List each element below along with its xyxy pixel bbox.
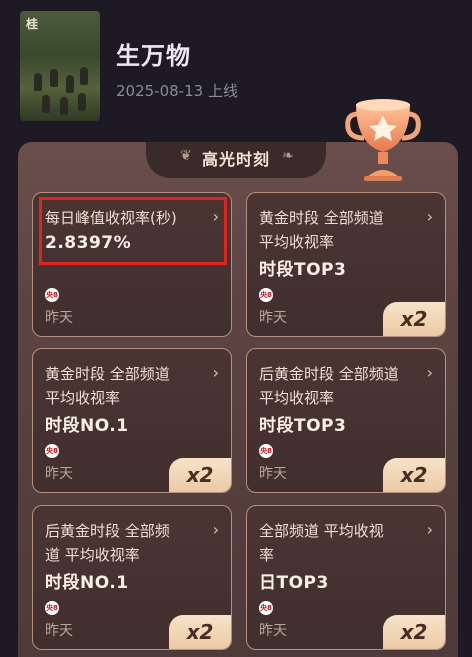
poster-figure	[42, 95, 50, 113]
card-value: 时段NO.1	[45, 573, 129, 593]
card-metric-label: 黄金时段 全部频道	[45, 365, 170, 383]
card-metric-label: 每日峰值收视率(秒)	[45, 209, 177, 227]
poster-figure	[60, 97, 68, 115]
highlight-card[interactable]: 后黄金时段 全部频道 平均收视率 时段TOP3 › 央8 昨天 x2	[246, 348, 446, 493]
card-value: 日TOP3	[259, 573, 329, 593]
card-metric-label-2: 平均收视率	[45, 389, 121, 407]
laurel-right-icon: ❧	[282, 148, 294, 164]
card-metric-label-2: 率	[259, 546, 275, 564]
poster-figure	[78, 93, 86, 111]
chevron-right-icon: ›	[212, 207, 219, 226]
chevron-right-icon: ›	[426, 520, 433, 539]
chevron-right-icon: ›	[426, 207, 433, 226]
card-value: 时段TOP3	[259, 260, 347, 280]
card-metric-label-2: 平均收视率	[259, 233, 335, 251]
card-date: 昨天	[259, 466, 287, 482]
card-metric-label-2: 道 平均收视率	[45, 546, 140, 564]
highlights-title: 高光时刻	[201, 150, 270, 169]
multiplier-badge: x2	[383, 615, 445, 649]
card-metric-label: 黄金时段 全部频道	[259, 209, 384, 227]
card-date: 昨天	[45, 623, 73, 639]
card-date: 昨天	[259, 310, 287, 326]
poster-figure	[66, 75, 74, 93]
drama-title: 生万物	[116, 42, 191, 70]
card-metric-label: 后黄金时段 全部频道	[259, 365, 399, 383]
cctv8-logo-icon: 央8	[45, 288, 59, 302]
cctv8-logo-icon: 央8	[259, 288, 273, 302]
highlight-card[interactable]: 每日峰值收视率(秒) 2.8397% › 央8 昨天	[32, 192, 232, 337]
card-metric-label: 后黄金时段 全部频	[45, 522, 170, 540]
cctv8-logo-icon: 央8	[45, 601, 59, 615]
card-metric-label: 全部频道 平均收视	[259, 522, 384, 540]
multiplier-badge: x2	[383, 458, 445, 492]
card-value: 时段TOP3	[259, 416, 347, 436]
poster-title: 桂	[26, 17, 39, 31]
multiplier-badge: x2	[383, 302, 445, 336]
chevron-right-icon: ›	[212, 520, 219, 539]
release-date: 2025-08-13 上线	[116, 82, 238, 100]
highlight-card[interactable]: 黄金时段 全部频道 平均收视率 时段TOP3 › 央8 昨天 x2	[246, 192, 446, 337]
highlight-card[interactable]: 全部频道 平均收视 率 日TOP3 › 央8 昨天 x2	[246, 505, 446, 650]
chevron-right-icon: ›	[426, 363, 433, 382]
poster-figure	[34, 73, 42, 91]
multiplier-badge: x2	[169, 615, 231, 649]
highlight-card[interactable]: 后黄金时段 全部频 道 平均收视率 时段NO.1 › 央8 昨天 x2	[32, 505, 232, 650]
poster-figure	[50, 69, 58, 87]
card-date: 昨天	[259, 623, 287, 639]
drama-poster[interactable]: 桂	[20, 11, 100, 121]
card-date: 昨天	[45, 466, 73, 482]
poster-figure	[80, 67, 88, 85]
trophy-icon	[345, 99, 421, 181]
cctv8-logo-icon: 央8	[259, 601, 273, 615]
card-value: 时段NO.1	[45, 416, 129, 436]
card-value: 2.8397%	[45, 233, 132, 253]
highlight-card[interactable]: 黄金时段 全部频道 平均收视率 时段NO.1 › 央8 昨天 x2	[32, 348, 232, 493]
card-metric-label-2: 平均收视率	[259, 389, 335, 407]
multiplier-badge: x2	[169, 458, 231, 492]
cctv8-logo-icon: 央8	[45, 444, 59, 458]
cctv8-logo-icon: 央8	[259, 444, 273, 458]
card-date: 昨天	[45, 310, 73, 326]
chevron-right-icon: ›	[212, 363, 219, 382]
